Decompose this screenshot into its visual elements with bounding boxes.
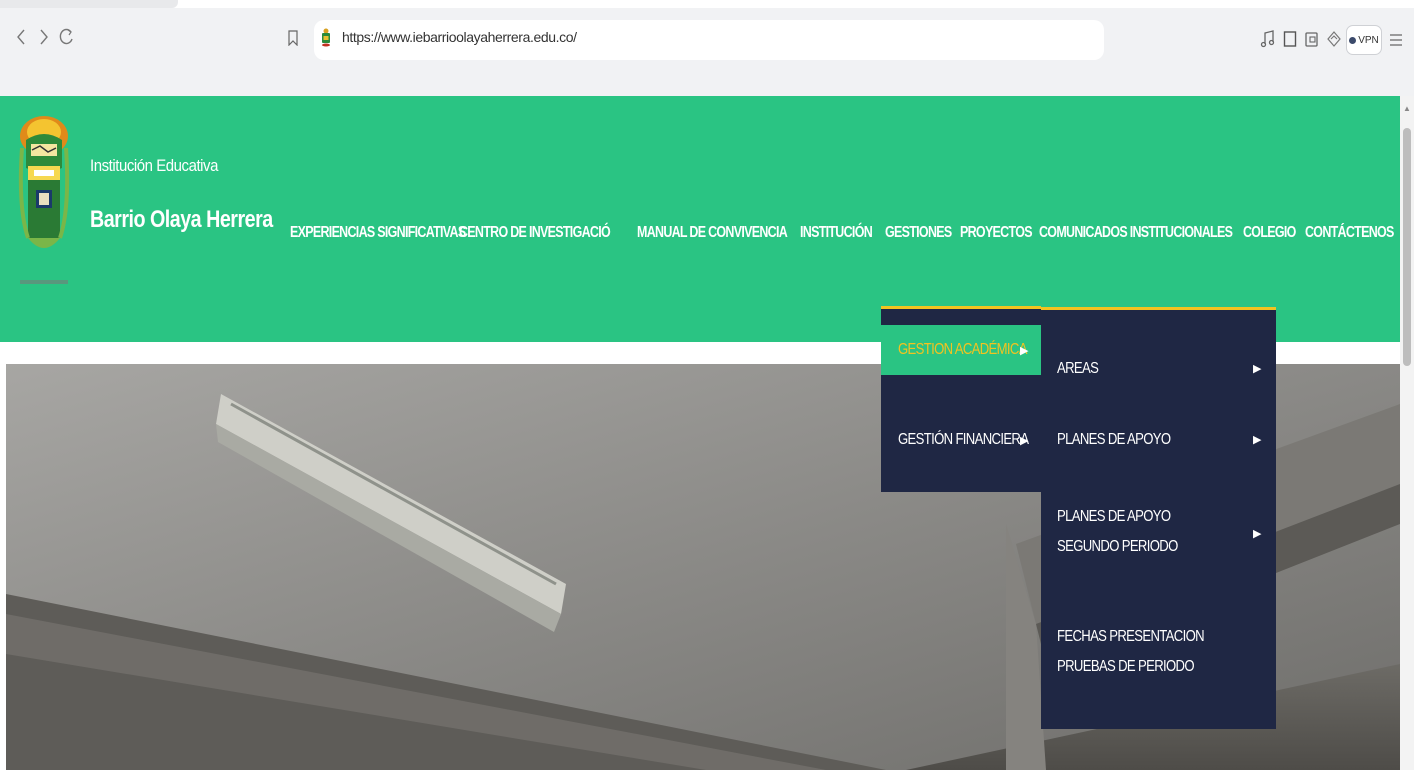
academica-submenu: AREAS ▶ PLANES DE APOYO ▶ PLANES DE APOY…	[1041, 307, 1276, 729]
submenu-item-label: PLANES DE APOYO	[1057, 431, 1171, 448]
scroll-up-icon[interactable]: ▲	[1402, 104, 1412, 114]
nav-item-comunicados[interactable]: COMUNICADOS INSTITUCIONALES	[1039, 224, 1233, 241]
submenu-item-planes-apoyo-segundo[interactable]: PLANES DE APOYO SEGUNDO PERIODO ▶	[1041, 502, 1276, 572]
bookmark-icon[interactable]	[287, 30, 299, 47]
submenu-item-label: PLANES DE APOYO SEGUNDO PERIODO	[1057, 508, 1178, 555]
menu-icon[interactable]	[1388, 30, 1406, 50]
browser-toolbar: https://www.iebarrioolayaherrera.edu.co/…	[0, 0, 1414, 96]
caret-right-icon: ▶	[1253, 434, 1262, 446]
menu-item-gestion-academica[interactable]: GESTION ACADÉMICA ▶	[881, 325, 1041, 375]
nav-item-experiencias[interactable]: EXPERIENCIAS SIGNIFICATIVAS	[290, 224, 466, 241]
nav-item-institucion[interactable]: INSTITUCIÓN	[800, 224, 873, 241]
submenu-item-areas[interactable]: AREAS ▶	[1041, 354, 1276, 394]
menu-item-gestion-financiera[interactable]: GESTIÓN FINANCIERA ▶	[881, 415, 1041, 465]
menu-item-label: GESTIÓN FINANCIERA	[898, 431, 1029, 448]
caret-right-icon: ▶	[1020, 434, 1029, 447]
caret-right-icon: ▶	[1020, 344, 1029, 357]
institution-subtitle: Institución Educativa	[90, 156, 218, 175]
nav-item-contactenos[interactable]: CONTÁCTENOS	[1305, 224, 1394, 241]
submenu-item-label: AREAS	[1057, 360, 1099, 377]
nav-item-colegio[interactable]: COLEGIO	[1243, 224, 1296, 241]
caret-right-icon: ▶	[1253, 363, 1262, 375]
caret-right-icon: ▶	[1253, 528, 1262, 540]
submenu-item-planes-apoyo[interactable]: PLANES DE APOYO ▶	[1041, 425, 1276, 465]
vpn-status-icon	[1349, 36, 1357, 44]
nav-item-gestiones[interactable]: GESTIONES	[885, 224, 952, 241]
site-favicon	[320, 27, 332, 47]
vpn-button[interactable]: VPN	[1346, 25, 1382, 55]
institution-title[interactable]: Barrio Olaya Herrera	[90, 206, 273, 234]
gestiones-dropdown: GESTION ACADÉMICA ▶ GESTIÓN FINANCIERA ▶	[881, 306, 1041, 492]
submenu-item-label: FECHAS PRESENTACION PRUEBAS DE PERIODO	[1057, 628, 1205, 675]
nav-item-proyectos[interactable]: PROYECTOS	[960, 224, 1033, 241]
scrollbar-thumb[interactable]	[1403, 128, 1411, 366]
menu-item-label: GESTION ACADÉMICA	[898, 341, 1027, 358]
music-icon[interactable]	[1258, 28, 1278, 50]
nav-item-centro-investigacion[interactable]: CENTRO DE INVESTIGACIÓ	[459, 224, 611, 241]
active-tab[interactable]	[0, 0, 178, 8]
wallet-icon[interactable]	[1302, 28, 1322, 50]
tab-strip	[0, 0, 1414, 8]
nav-item-manual-convivencia[interactable]: MANUAL DE CONVIVENCIA	[637, 224, 788, 241]
reload-icon[interactable]	[54, 22, 80, 52]
submenu-item-fechas-pruebas[interactable]: FECHAS PRESENTACION PRUEBAS DE PERIODO	[1041, 622, 1276, 692]
school-logo[interactable]	[14, 108, 74, 290]
sidebar-icon[interactable]	[1280, 28, 1300, 50]
vpn-label: VPN	[1358, 34, 1379, 46]
url-text[interactable]: https://www.iebarrioolayaherrera.edu.co/	[342, 29, 577, 45]
extensions-icon[interactable]	[1324, 28, 1344, 50]
